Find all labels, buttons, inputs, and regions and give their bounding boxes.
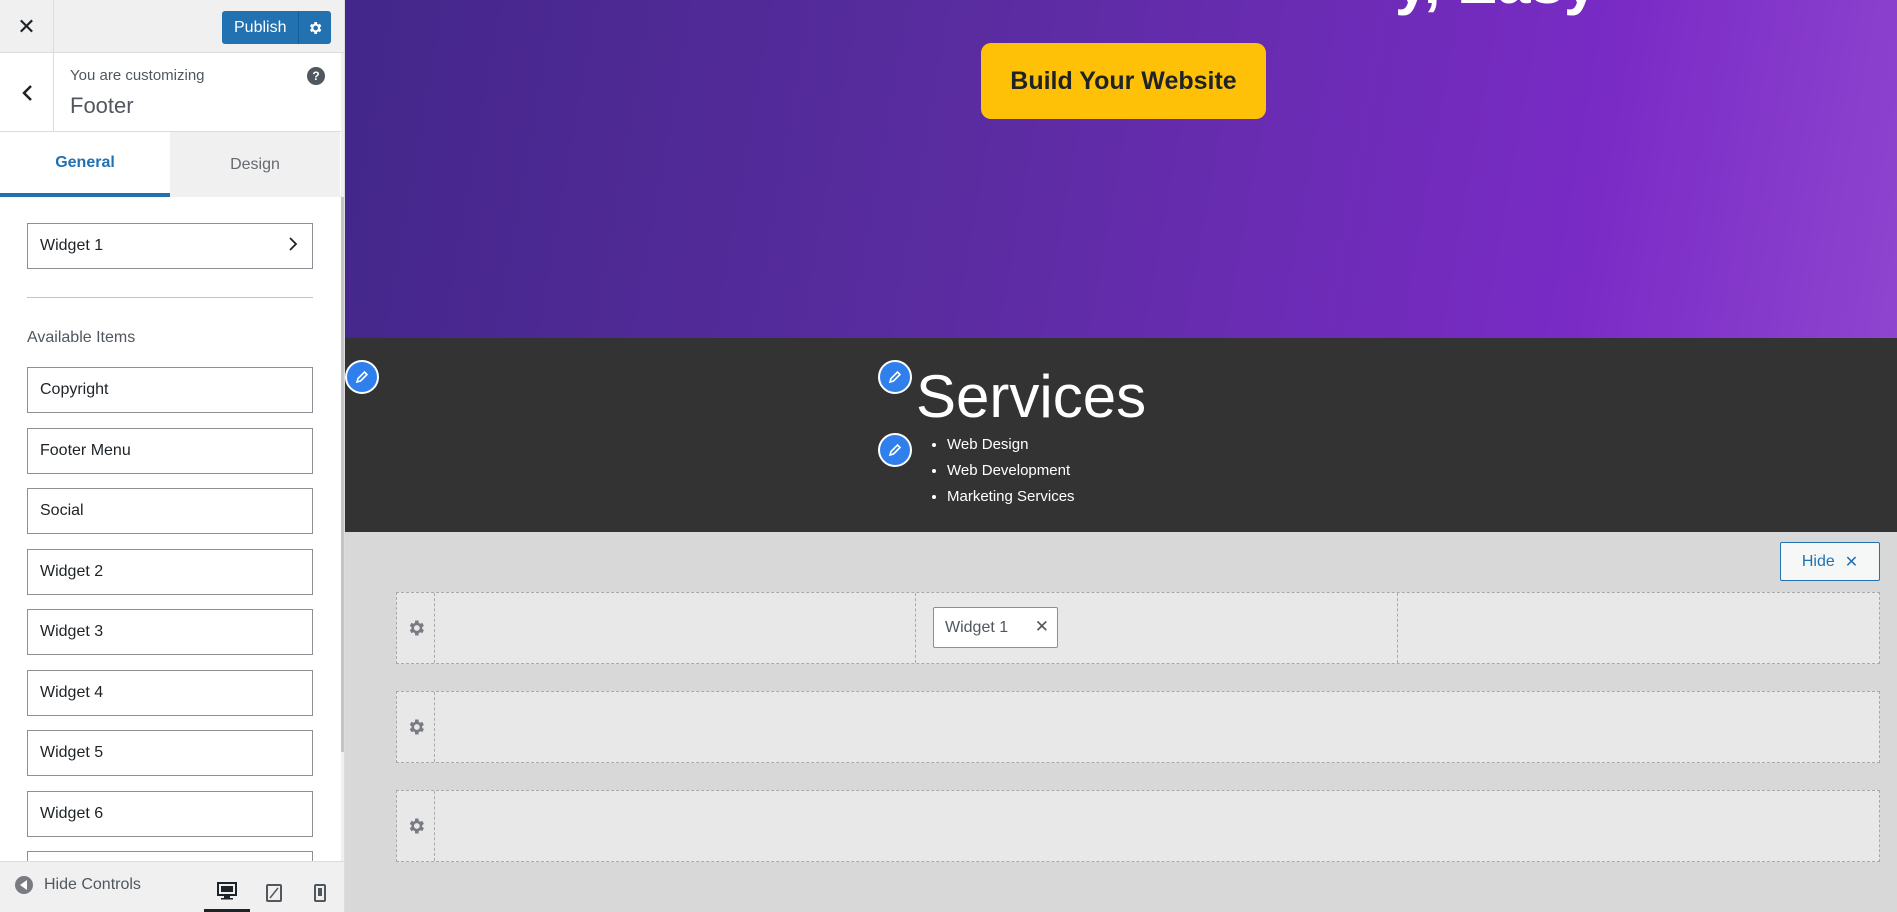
tab-design[interactable]: Design bbox=[170, 132, 340, 197]
site-preview: y, Easy Build Your Website Services Web … bbox=[345, 0, 1897, 912]
publish-settings-button[interactable] bbox=[298, 11, 332, 44]
row-settings-button[interactable] bbox=[397, 791, 435, 861]
available-item[interactable]: Copyright bbox=[27, 367, 313, 413]
section-header: You are customizing Footer ? bbox=[0, 53, 341, 132]
panel-tabs: General Design bbox=[0, 132, 341, 197]
section-title: Footer bbox=[70, 93, 134, 118]
hide-controls-label: Hide Controls bbox=[44, 876, 141, 893]
available-item[interactable]: Widget 4 bbox=[27, 670, 313, 716]
widget-chip-label: Widget 1 bbox=[945, 618, 1009, 636]
edit-widget-title-shortcut[interactable] bbox=[878, 360, 912, 394]
tab-general[interactable]: General bbox=[0, 132, 170, 197]
available-item[interactable]: Footer Menu bbox=[27, 428, 313, 474]
available-item[interactable]: Widget 2 bbox=[27, 549, 313, 595]
footer-widget-area: Services Web Design Web Development Mark… bbox=[345, 338, 1897, 532]
customizing-label: You are customizing bbox=[70, 67, 205, 84]
row-settings-button[interactable] bbox=[397, 593, 435, 663]
footer-column-drop-zone[interactable] bbox=[435, 593, 916, 663]
collapse-icon bbox=[15, 876, 33, 894]
hero-section: y, Easy Build Your Website bbox=[345, 0, 1897, 338]
list-item: Web Design bbox=[947, 432, 1075, 458]
row-settings-button[interactable] bbox=[397, 692, 435, 762]
tablet-preview-button[interactable] bbox=[251, 872, 297, 912]
services-heading: Services bbox=[916, 363, 1147, 430]
gear-icon bbox=[310, 21, 322, 34]
close-icon: ✕ bbox=[1844, 553, 1859, 571]
current-widget-label: Widget 1 bbox=[40, 237, 104, 254]
publish-button[interactable]: Publish bbox=[222, 11, 299, 44]
hide-controls-button[interactable]: Hide Controls bbox=[15, 876, 141, 894]
customizer-footer: Hide Controls bbox=[0, 861, 344, 912]
gear-icon bbox=[409, 620, 424, 636]
help-icon[interactable]: ? bbox=[307, 67, 325, 85]
back-button[interactable] bbox=[0, 53, 54, 132]
chevron-left-icon bbox=[21, 84, 32, 101]
desktop-icon bbox=[217, 881, 237, 899]
publish-group: Publish bbox=[222, 11, 332, 44]
footer-builder-row-bottom bbox=[396, 790, 1880, 862]
customizer-sidebar: ✕ Publish You are customizing Footer ? G… bbox=[0, 0, 345, 912]
customizer-topbar: ✕ Publish bbox=[0, 0, 344, 53]
footer-column-drop-zone[interactable] bbox=[1398, 593, 1879, 663]
hero-heading-partial: y, Easy bbox=[1395, 0, 1597, 17]
gear-icon bbox=[409, 818, 424, 834]
mobile-preview-button[interactable] bbox=[297, 872, 343, 912]
services-list: Web Design Web Development Marketing Ser… bbox=[947, 432, 1075, 510]
footer-builder-row-top: Widget 1 ✕ bbox=[396, 592, 1880, 664]
list-item: Marketing Services bbox=[947, 484, 1075, 510]
edit-footer-shortcut[interactable] bbox=[345, 360, 379, 394]
pencil-icon bbox=[355, 370, 369, 384]
tablet-icon bbox=[266, 883, 282, 902]
available-items-heading: Available Items bbox=[27, 329, 136, 346]
current-widget-item[interactable]: Widget 1 bbox=[27, 223, 313, 269]
close-customizer-button[interactable]: ✕ bbox=[0, 0, 54, 53]
chevron-right-icon bbox=[289, 237, 298, 251]
list-item: Web Development bbox=[947, 458, 1075, 484]
pencil-icon bbox=[888, 443, 902, 457]
divider bbox=[27, 297, 313, 298]
general-panel: Widget 1 Available Items Copyright Foote… bbox=[0, 197, 341, 861]
close-icon: ✕ bbox=[17, 13, 36, 39]
available-item[interactable]: Widget 6 bbox=[27, 791, 313, 837]
available-item[interactable]: Social bbox=[27, 488, 313, 534]
gear-icon bbox=[409, 719, 424, 735]
mobile-icon bbox=[314, 883, 326, 902]
pencil-icon bbox=[888, 370, 902, 384]
remove-widget-icon[interactable]: ✕ bbox=[1035, 617, 1049, 637]
build-website-button[interactable]: Build Your Website bbox=[981, 43, 1266, 119]
available-item[interactable]: Widget 5 bbox=[27, 730, 313, 776]
footer-builder-row-middle bbox=[396, 691, 1880, 763]
available-item-partial[interactable] bbox=[27, 851, 313, 861]
edit-widget-list-shortcut[interactable] bbox=[878, 433, 912, 467]
widget-chip[interactable]: Widget 1 ✕ bbox=[933, 607, 1058, 648]
hide-builder-button[interactable]: Hide ✕ bbox=[1780, 542, 1880, 581]
desktop-preview-button[interactable] bbox=[204, 872, 250, 912]
footer-column-drop-zone[interactable]: Widget 1 ✕ bbox=[916, 593, 1398, 663]
hide-label: Hide bbox=[1801, 552, 1835, 570]
available-item[interactable]: Widget 3 bbox=[27, 609, 313, 655]
